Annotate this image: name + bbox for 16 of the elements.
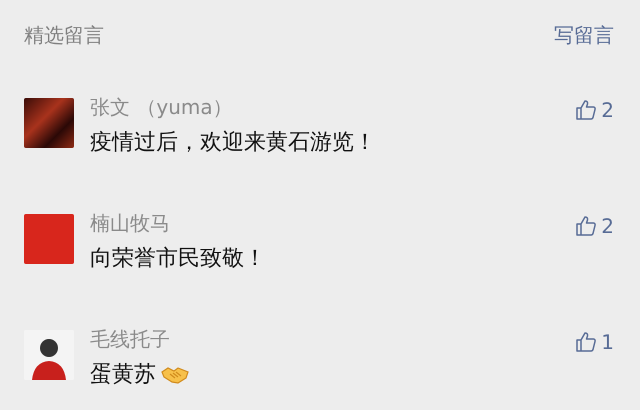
write-comment-link[interactable]: 写留言 bbox=[554, 22, 614, 48]
like-count: 2 bbox=[601, 98, 614, 122]
commenter-name: 楠山牧马 bbox=[90, 210, 171, 237]
like-count: 2 bbox=[601, 214, 614, 238]
comment-text: 疫情过后，欢迎来黄石游览！ bbox=[90, 129, 376, 157]
like-count: 1 bbox=[601, 330, 614, 354]
commenter-name: 毛线托子 bbox=[90, 326, 171, 353]
thumbs-up-icon[interactable] bbox=[575, 331, 598, 353]
avatar-logo-placeholder bbox=[24, 214, 74, 264]
commenter-name: 张文 （yuma） bbox=[90, 94, 234, 121]
thumbs-up-icon[interactable] bbox=[575, 99, 598, 121]
comment-text: 向荣誉市民致敬！ bbox=[90, 245, 266, 273]
comment-text: 蛋黄苏 bbox=[90, 361, 156, 389]
section-title: 精选留言 bbox=[24, 22, 104, 48]
avatar-photo-placeholder bbox=[24, 98, 74, 148]
thumbs-up-icon[interactable] bbox=[575, 215, 598, 237]
